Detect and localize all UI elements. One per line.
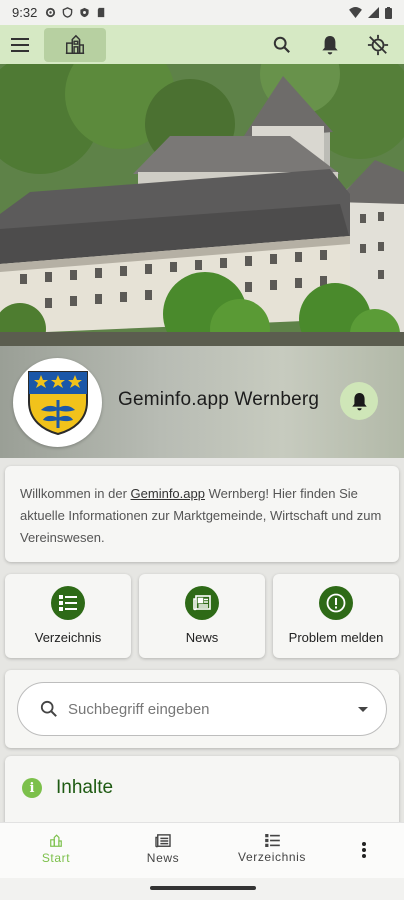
tile-label: News xyxy=(185,630,219,645)
status-bar: 9:32 xyxy=(0,0,404,25)
content-section-title: Inhalte xyxy=(56,777,114,798)
alert-icon xyxy=(326,593,346,613)
search-card: Suchbegriff eingeben xyxy=(5,670,399,748)
list-icon xyxy=(264,834,280,847)
town-hall-icon xyxy=(50,834,62,847)
more-vert-icon xyxy=(362,842,366,858)
wifi-icon xyxy=(349,7,362,18)
coat-of-arms-icon xyxy=(27,370,88,435)
location-button[interactable] xyxy=(358,25,398,64)
signal-icon xyxy=(368,7,379,18)
nav-label-start: Start xyxy=(41,851,71,865)
tile-label: Verzeichnis xyxy=(34,630,102,645)
nav-item-news[interactable]: News xyxy=(140,823,186,865)
settings-status-icon xyxy=(46,7,56,18)
nav-item-start[interactable]: Start xyxy=(33,823,79,865)
app-bar xyxy=(0,25,404,64)
search-placeholder: Suchbegriff eingeben xyxy=(68,700,210,718)
search-input[interactable]: Suchbegriff eingeben xyxy=(17,682,387,736)
town-logo xyxy=(13,358,102,447)
info-icon: i xyxy=(22,778,42,798)
geminfo-link[interactable]: Geminfo.app xyxy=(131,486,205,501)
subscribe-notifications-button[interactable] xyxy=(340,382,378,420)
town-hall-icon xyxy=(65,34,85,54)
search-icon xyxy=(40,700,57,717)
menu-button[interactable] xyxy=(0,25,40,64)
tile-verzeichnis[interactable]: Verzeichnis xyxy=(5,574,131,658)
status-time: 9:32 xyxy=(12,5,38,20)
nav-label-news: News xyxy=(146,851,180,865)
bell-icon xyxy=(322,35,338,54)
tile-label: Problem melden xyxy=(288,630,384,645)
town-title: Geminfo.app Wernberg xyxy=(118,389,320,410)
list-icon xyxy=(59,595,77,611)
newspaper-icon xyxy=(193,595,211,611)
sd-card-status-icon xyxy=(98,7,105,18)
content-section: i Inhalte xyxy=(5,756,399,826)
more-options-button[interactable] xyxy=(356,839,372,861)
newspaper-icon xyxy=(155,834,171,848)
search-button[interactable] xyxy=(262,25,302,64)
home-button[interactable] xyxy=(44,27,106,62)
shield-filled-status-icon xyxy=(80,7,89,18)
shield-status-icon xyxy=(63,7,73,18)
intro-card: Willkommen in der Geminfo.app Wernberg! … xyxy=(5,466,399,562)
gesture-bar[interactable] xyxy=(150,886,256,890)
nav-label-verzeichnis: Verzeichnis xyxy=(238,850,306,864)
alert-icon-circle xyxy=(319,586,353,620)
tile-problem-melden[interactable]: Problem melden xyxy=(273,574,399,658)
search-icon xyxy=(273,36,290,53)
intro-text-before: Willkommen in der xyxy=(20,486,131,501)
notifications-button[interactable] xyxy=(310,25,350,64)
bell-icon xyxy=(351,392,367,410)
hero-image xyxy=(0,64,404,346)
no-location-icon xyxy=(367,34,389,55)
battery-icon xyxy=(385,6,392,19)
nav-item-verzeichnis[interactable]: Verzeichnis xyxy=(232,823,312,864)
newspaper-icon-circle xyxy=(185,586,219,620)
hamburger-menu-icon xyxy=(11,37,29,52)
bottom-navigation: Start News Verzeichnis xyxy=(0,822,404,878)
dropdown-arrow-icon[interactable] xyxy=(358,706,368,712)
town-header: Geminfo.app Wernberg xyxy=(0,346,404,458)
gesture-area xyxy=(0,878,404,900)
list-icon-circle xyxy=(51,586,85,620)
tile-news[interactable]: News xyxy=(139,574,265,658)
